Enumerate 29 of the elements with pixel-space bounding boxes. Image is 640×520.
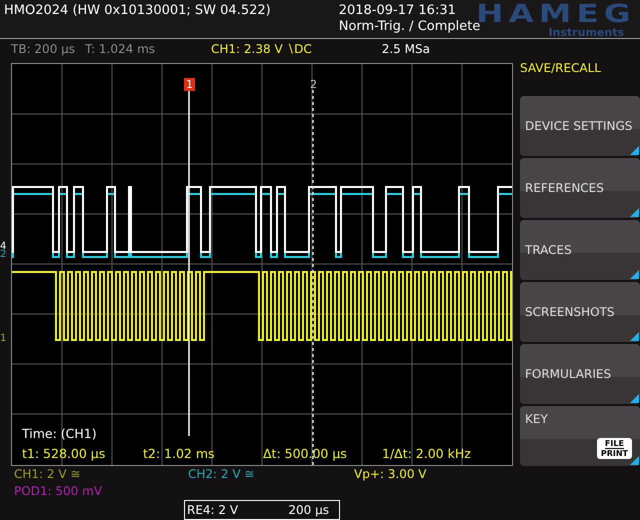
cursor-marker[interactable]: 2 — [308, 78, 319, 91]
file-print-key: FILE PRINT — [596, 438, 632, 459]
timebase: TB: 200 µs — [11, 42, 76, 56]
channel-label: CH1: 2 V ≅ — [14, 467, 82, 483]
menu-button[interactable]: KEY FILE PRINT — [520, 406, 640, 466]
channel-marker: 1 — [0, 334, 6, 344]
cursor-marker[interactable]: 1 — [184, 78, 195, 91]
brand-subtitle: Instruments — [548, 27, 624, 39]
menu-button[interactable]: TRACES — [520, 220, 640, 280]
channel-label: CH2: 2 V ≅ — [188, 467, 256, 483]
menu-button[interactable]: SCREENSHOTS — [520, 282, 640, 342]
measurement-value: t1: 528.00 µs — [22, 446, 106, 461]
measurement-title: Time: (CH1) — [22, 426, 97, 441]
measurement-value: Δt: 500.00 µs — [263, 446, 347, 461]
sample-rate: 2.5 MSa — [382, 42, 430, 56]
trigger-time: T: 1.024 ms — [85, 42, 156, 56]
date-time: 2018-09-17 16:31 — [338, 3, 457, 18]
menu-button[interactable]: FORMULARIES — [520, 344, 640, 404]
measurement-value: t2: 1.02 ms — [143, 446, 215, 461]
reference-info: RE4: 2 V 200 µs — [184, 500, 340, 520]
menu-button[interactable]: REFERENCES — [520, 158, 640, 218]
device-title: HMO2024 (HW 0x10130001; SW 04.522) — [4, 3, 271, 18]
channel-label: Vp+: 3.00 V — [354, 467, 428, 483]
channel-label: POD1: 500 mV — [14, 484, 104, 500]
trigger-level: CH1: 2.38 V ∖DC — [211, 42, 312, 56]
menu-button[interactable]: DEVICE SETTINGS — [520, 96, 640, 156]
menu-title: SAVE/RECALL — [520, 60, 602, 77]
measurement-value: 1/Δt: 2.00 kHz — [382, 446, 471, 461]
channel-marker: 2 — [0, 250, 6, 260]
